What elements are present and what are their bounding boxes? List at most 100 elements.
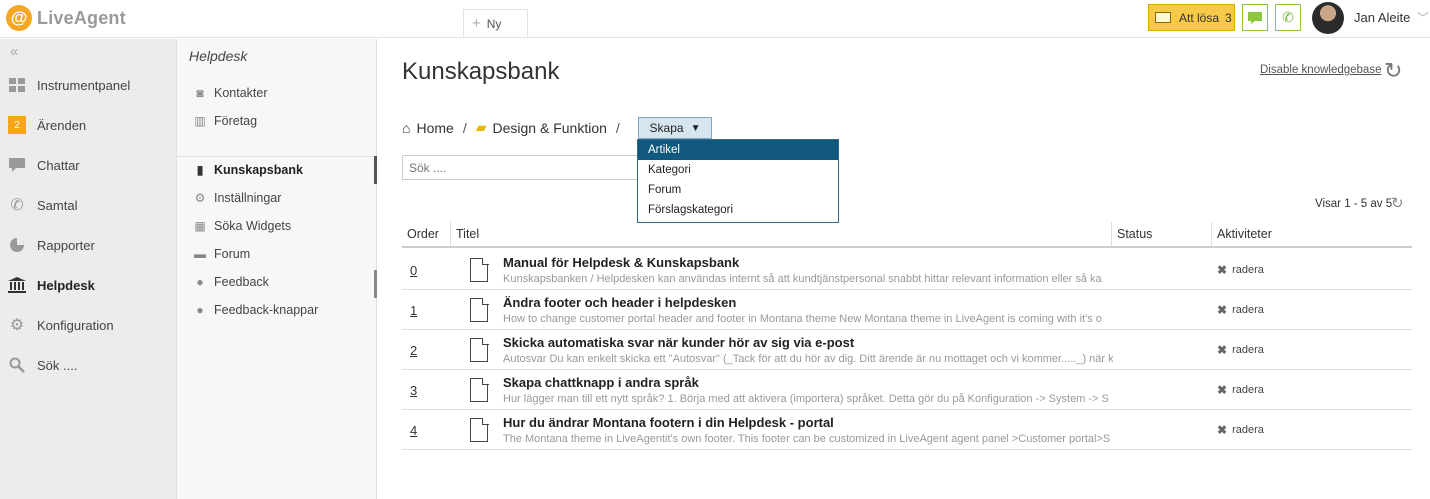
delete-button[interactable]: ✖ radera	[1217, 263, 1264, 277]
new-tab-button[interactable]: + Ny	[463, 9, 528, 37]
delete-label: radera	[1232, 344, 1264, 356]
delete-button[interactable]: ✖ radera	[1217, 383, 1264, 397]
row-title[interactable]: Ändra footer och header i helpdesken	[503, 295, 736, 310]
skapa-button[interactable]: Skapa ▼	[638, 117, 712, 139]
table-row[interactable]: 3 Skapa chattknapp i andra språk Hur läg…	[402, 370, 1412, 410]
caret-down-icon: ▼	[690, 122, 701, 134]
search-input[interactable]	[402, 155, 642, 180]
nav-label: Rapporter	[37, 237, 95, 253]
tickets-badge-icon: 2	[8, 116, 26, 134]
phone-icon: ✆	[10, 197, 24, 214]
breadcrumb-home[interactable]: Home	[416, 120, 453, 136]
subnav-item-feedback[interactable]: ● Feedback	[177, 268, 377, 296]
row-description: How to change customer portal header and…	[503, 313, 1102, 325]
nav-item-konfiguration[interactable]: ⚙ Konfiguration	[0, 305, 177, 345]
nav-label: Instrumentpanel	[37, 77, 131, 93]
row-title[interactable]: Skicka automatiska svar när kunder hör a…	[503, 335, 854, 350]
column-activities[interactable]: Aktiviteter	[1211, 222, 1272, 246]
close-icon: ✖	[1217, 263, 1228, 277]
row-title[interactable]: Hur du ändrar Montana footern i din Help…	[503, 415, 834, 430]
folder-icon: ▰	[475, 119, 487, 135]
logo-text: LiveAgent	[37, 7, 126, 28]
skapa-label: Skapa	[649, 121, 684, 135]
nav-item-sok[interactable]: Sök ....	[0, 345, 177, 385]
pagination-info: Visar 1 - 5 av 5	[1315, 198, 1393, 210]
delete-button[interactable]: ✖ radera	[1217, 343, 1264, 357]
refresh-list-icon[interactable]: ↻	[1391, 194, 1404, 212]
table-row[interactable]: 2 Skicka automatiska svar när kunder hör…	[402, 330, 1412, 370]
row-title[interactable]: Skapa chattknapp i andra språk	[503, 375, 699, 390]
row-order[interactable]: 2	[410, 343, 417, 358]
column-order[interactable]: Order	[402, 222, 439, 246]
subnav-item-foretag[interactable]: ▥ Företag	[177, 107, 377, 135]
hover-indicator	[374, 270, 377, 298]
table-row[interactable]: 0 Manual för Helpdesk & Kunskapsbank Kun…	[402, 250, 1412, 290]
book-icon: ▮	[196, 163, 204, 177]
row-order[interactable]: 3	[410, 383, 417, 398]
nav-item-chattar[interactable]: Chattar	[0, 145, 177, 185]
subnav-item-installningar[interactable]: ⚙ Inställningar	[177, 184, 377, 212]
nav-item-arenden[interactable]: 2 Ärenden	[0, 105, 177, 145]
row-description: The Montana theme in LiveAgentit's own f…	[503, 433, 1111, 445]
new-tab-label: Ny	[486, 16, 502, 31]
chevron-down-icon[interactable]: ﹀	[1417, 9, 1429, 26]
close-icon: ✖	[1217, 423, 1228, 437]
subnav-item-forum[interactable]: ▬ Forum	[177, 240, 377, 268]
subnav-item-feedback-knappar[interactable]: ● Feedback-knappar	[177, 296, 377, 324]
nav-item-instrumentpanel[interactable]: Instrumentpanel	[0, 65, 177, 105]
subnav-item-soka-widgets[interactable]: ▦ Söka Widgets	[177, 212, 377, 240]
att-losa-button[interactable]: Att lösa 3	[1148, 4, 1235, 31]
subnav-label: Söka Widgets	[214, 219, 292, 233]
phone-status-button[interactable]: ✆	[1275, 4, 1301, 31]
menu-item-forslagskategori[interactable]: Förslagskategori	[638, 200, 838, 220]
disable-knowledgebase-link[interactable]: Disable knowledgebase	[1260, 64, 1381, 76]
row-order[interactable]: 0	[410, 263, 417, 278]
pie-chart-icon	[8, 236, 26, 254]
delete-button[interactable]: ✖ radera	[1217, 303, 1264, 317]
row-order[interactable]: 4	[410, 423, 417, 438]
subnav-item-kontakter[interactable]: ◙ Kontakter	[177, 79, 377, 107]
nav-label: Samtal	[37, 197, 78, 213]
bank-icon	[8, 276, 26, 294]
search-icon	[8, 356, 26, 374]
att-losa-label: Att lösa	[1179, 10, 1220, 25]
menu-item-artikel[interactable]: Artikel	[638, 140, 838, 160]
logo[interactable]: @ LiveAgent	[6, 4, 126, 32]
refresh-icon[interactable]: ↻	[1384, 58, 1402, 84]
collapse-icon[interactable]: «	[10, 43, 18, 60]
building-icon: ▥	[194, 114, 206, 128]
subnav-label: Inställningar	[214, 191, 282, 205]
document-icon	[470, 417, 489, 442]
row-order[interactable]: 1	[410, 303, 417, 318]
column-title[interactable]: Titel	[450, 222, 479, 246]
menu-item-forum[interactable]: Forum	[638, 180, 838, 200]
breadcrumb-separator: /	[462, 119, 467, 136]
document-icon	[470, 257, 489, 282]
breadcrumb-folder[interactable]: Design & Funktion	[493, 120, 607, 136]
menu-item-kategori[interactable]: Kategori	[638, 160, 838, 180]
column-status[interactable]: Status	[1111, 222, 1152, 246]
user-name[interactable]: Jan Aleite	[1354, 10, 1410, 25]
avatar[interactable]	[1312, 2, 1344, 34]
subnav-label: Feedback-knappar	[214, 303, 319, 317]
delete-button[interactable]: ✖ radera	[1217, 423, 1264, 437]
row-description: Kunskapsbanken / Helpdesken kan användas…	[503, 273, 1102, 285]
nav-item-helpdesk[interactable]: Helpdesk	[0, 265, 177, 305]
chat-icon	[8, 156, 26, 174]
chat-bubble-icon	[1248, 11, 1262, 24]
document-icon	[470, 377, 489, 402]
table-header: Order Titel Status Aktiviteter	[402, 222, 1412, 248]
skapa-dropdown-menu: Artikel Kategori Forum Förslagskategori	[637, 139, 839, 223]
delete-label: radera	[1232, 264, 1264, 276]
subnav-item-kunskapsbank[interactable]: ▮ Kunskapsbank	[177, 156, 377, 184]
table-row[interactable]: 4 Hur du ändrar Montana footern i din He…	[402, 410, 1412, 450]
chat-status-button[interactable]	[1242, 4, 1268, 31]
nav-item-rapporter[interactable]: Rapporter	[0, 225, 177, 265]
nav-item-samtal[interactable]: ✆ Samtal	[0, 185, 177, 225]
att-losa-count: 3	[1225, 10, 1232, 25]
subnav-label: Forum	[214, 247, 251, 261]
row-title[interactable]: Manual för Helpdesk & Kunskapsbank	[503, 255, 739, 270]
close-icon: ✖	[1217, 303, 1228, 317]
close-icon: ✖	[1217, 343, 1228, 357]
table-row[interactable]: 1 Ändra footer och header i helpdesken H…	[402, 290, 1412, 330]
